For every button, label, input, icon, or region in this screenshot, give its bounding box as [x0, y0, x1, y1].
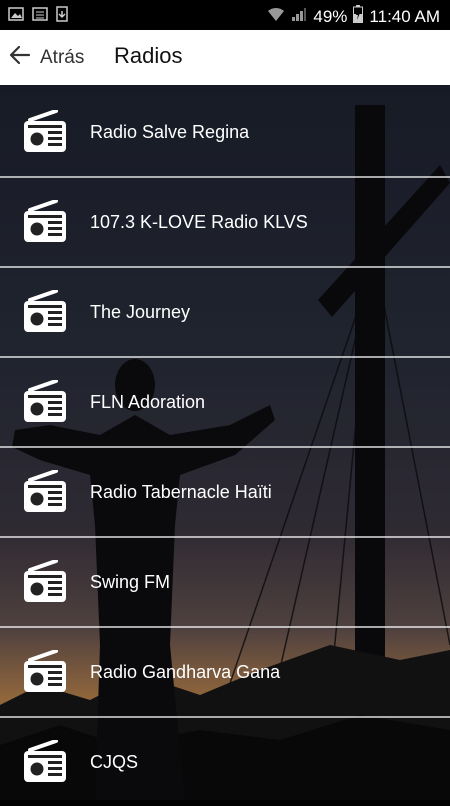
- radio-icon: [22, 649, 68, 694]
- list-icon: [32, 6, 48, 27]
- back-label: Atrás: [40, 47, 85, 68]
- radio-icon: [22, 379, 68, 424]
- station-name: CJQS: [90, 752, 139, 772]
- radio-icon: [22, 109, 68, 154]
- signal-icon: [291, 6, 307, 27]
- wifi-icon: [267, 6, 285, 27]
- station-list: Radio Salve Regina 107.3 K-LOVE Radio KL…: [0, 88, 450, 806]
- station-row[interactable]: Swing FM: [0, 538, 450, 628]
- station-name: The Journey: [90, 302, 191, 322]
- battery-icon: [353, 5, 364, 28]
- station-row[interactable]: Radio Tabernacle Haïti: [0, 448, 450, 538]
- station-row[interactable]: CJQS: [0, 718, 450, 806]
- back-button[interactable]: Atrás: [8, 42, 84, 74]
- download-icon: [56, 6, 70, 27]
- radio-icon: [22, 469, 68, 514]
- station-name: 107.3 K-LOVE Radio KLVS: [90, 212, 308, 232]
- page-title: Radios: [114, 43, 183, 68]
- station-row[interactable]: Radio Salve Regina: [0, 88, 450, 178]
- station-name: Radio Salve Regina: [90, 122, 250, 142]
- notification-icons: [8, 6, 70, 27]
- battery-percent: 49%: [313, 6, 348, 26]
- station-row[interactable]: The Journey: [0, 268, 450, 358]
- radio-icon: [22, 289, 68, 334]
- image-icon: [8, 6, 24, 27]
- clock: 11:40 AM: [369, 6, 440, 26]
- radio-icon: [22, 559, 68, 604]
- station-row[interactable]: FLN Adoration: [0, 358, 450, 448]
- station-name: Swing FM: [90, 572, 171, 592]
- station-name: FLN Adoration: [90, 392, 206, 412]
- app-header: Atrás Radios: [0, 30, 450, 85]
- station-name: Radio Gandharva Gana: [90, 662, 281, 682]
- arrow-left-icon: [8, 43, 32, 73]
- station-name: Radio Tabernacle Haïti: [90, 482, 272, 502]
- station-row[interactable]: 107.3 K-LOVE Radio KLVS: [0, 178, 450, 268]
- radio-icon: [22, 199, 68, 244]
- station-row[interactable]: Radio Gandharva Gana: [0, 628, 450, 718]
- system-status: 49% 11:40 AM: [267, 5, 440, 28]
- status-bar: 49% 11:40 AM: [0, 0, 450, 30]
- radio-icon: [22, 739, 68, 784]
